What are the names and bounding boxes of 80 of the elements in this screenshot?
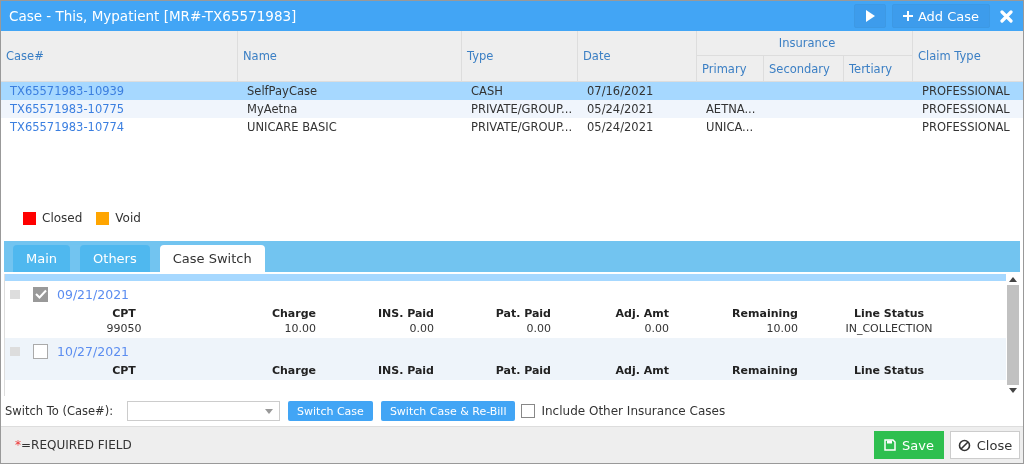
column-header[interactable]: Name: [238, 31, 462, 81]
table-cell-text: PROFESSIONAL: [921, 84, 1011, 98]
cancel-icon: [957, 438, 971, 452]
scroll-up-icon[interactable]: [1009, 277, 1017, 282]
line-header: CPT: [111, 364, 137, 377]
date-link[interactable]: 10/27/2021: [57, 343, 130, 359]
table-row[interactable]: TX65571983-10775 MyAetna PRIVATE/GROUP... 05/24/2021 AETNA... PROFESSIONAL: [1, 100, 1023, 118]
column-header[interactable]: Claim Type: [913, 31, 1023, 81]
date-link[interactable]: 09/21/2021: [57, 286, 130, 302]
line-header: Pat. Paid: [494, 364, 551, 377]
table-row[interactable]: TX65571983-10774 UNICARE BASIC PRIVATE/GROUP... 05/24/2021 UNICA... PROFESSIONAL: [1, 118, 1023, 136]
line-header: CPT: [111, 307, 137, 320]
line-value: IN_COLLECTION: [844, 322, 934, 335]
table-cell-text: MyAetna: [246, 102, 299, 116]
close-icon[interactable]: [1000, 9, 1013, 23]
line-header: INS. Paid: [376, 364, 434, 377]
line-header: Charge: [270, 307, 316, 320]
checkbox[interactable]: [33, 286, 48, 302]
play-button[interactable]: [853, 4, 886, 28]
play-icon: [864, 10, 875, 22]
tab[interactable]: Case Switch: [159, 245, 265, 272]
switch-button[interactable]: Switch Case & Re-Bill: [380, 401, 516, 421]
table-cell-text: UNICA...: [705, 120, 755, 134]
case-select[interactable]: [127, 401, 281, 421]
column-header[interactable]: Type: [462, 31, 578, 81]
case-link[interactable]: TX65571983-10939: [1, 84, 238, 98]
field-label: Switch To (Case#):: [5, 404, 114, 418]
window-title: Case - This, Mypatient [MR#-TX65571983]: [9, 8, 297, 24]
add-case-button[interactable]: Add Case: [891, 4, 990, 28]
tab[interactable]: Main: [13, 245, 71, 272]
column-header[interactable]: Primary: [697, 56, 764, 81]
table-row[interactable]: TX65571983-10939 SelfPayCase CASH 07/16/2021 PROFESSIONAL: [1, 82, 1023, 100]
column-header[interactable]: Tertiary: [844, 56, 913, 81]
line-header: INS. Paid: [376, 307, 434, 320]
column-header[interactable]: Secondary: [764, 56, 844, 81]
table-cell-text: 07/16/2021: [586, 84, 655, 98]
column-header[interactable]: Date: [578, 31, 697, 81]
required-mark: *: [15, 438, 21, 452]
table-cell-text: UNICARE BASIC: [246, 120, 338, 134]
line-header: Adj. Amt: [614, 364, 669, 377]
tab[interactable]: Others: [80, 245, 150, 272]
table-cell-text: CASH: [470, 84, 504, 98]
line-header: Line Status: [852, 307, 926, 320]
table-cell-text: PROFESSIONAL: [921, 120, 1011, 134]
line-value: 99050: [105, 322, 143, 335]
line-value: 0.00: [408, 322, 434, 335]
plus-icon: [902, 11, 913, 21]
scroll-down-icon[interactable]: [1009, 388, 1017, 393]
column-header[interactable]: Case#: [1, 31, 238, 81]
line-header: Charge: [270, 364, 316, 377]
table-cell-text: PROFESSIONAL: [921, 102, 1011, 116]
column-group-header: Insurance: [697, 31, 913, 56]
save-button[interactable]: Save: [874, 431, 944, 459]
case-link[interactable]: TX65571983-10775: [1, 102, 238, 116]
line-value: 0.00: [525, 322, 551, 335]
checkbox[interactable]: [33, 343, 48, 359]
legend-label: Void: [115, 211, 141, 225]
close-button[interactable]: Close: [950, 431, 1020, 459]
line-value: 10.00: [765, 322, 798, 335]
line-header: Line Status: [852, 364, 926, 377]
line-value: 10.00: [283, 322, 316, 335]
line-value: 0.00: [643, 322, 669, 335]
table-cell-text: 05/24/2021: [586, 102, 655, 116]
table-cell-text: SelfPayCase: [246, 84, 319, 98]
line-header: Remaining: [731, 364, 798, 377]
switch-button[interactable]: Switch Case: [288, 401, 373, 421]
checkbox[interactable]: [521, 404, 536, 418]
checkbox-label: Include Other Insurance Cases: [541, 404, 726, 418]
scrollbar[interactable]: [1006, 274, 1020, 396]
required-note: =REQUIRED FIELD: [21, 438, 132, 452]
case-link[interactable]: TX65571983-10774: [1, 120, 238, 134]
legend-label: Closed: [42, 211, 83, 225]
dropdown-caret-icon: [265, 408, 274, 414]
line-header: Remaining: [731, 307, 798, 320]
table-cell-text: PRIVATE/GROUP...: [470, 102, 574, 116]
table-cell-text: 05/24/2021: [586, 120, 655, 134]
line-header: Adj. Amt: [614, 307, 669, 320]
table-cell-text: PRIVATE/GROUP...: [470, 120, 574, 134]
line-header: Pat. Paid: [494, 307, 551, 320]
table-cell-text: AETNA...: [705, 102, 757, 116]
